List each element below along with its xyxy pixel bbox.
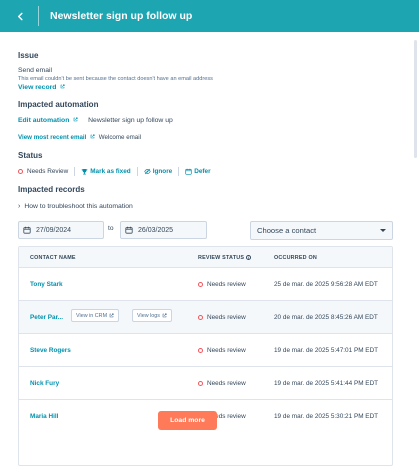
external-link-icon — [73, 117, 78, 122]
calendar-icon — [185, 168, 192, 175]
chevron-left-icon — [17, 12, 23, 20]
automation-name: Newsletter sign up follow up — [88, 117, 173, 124]
defer-label: Defer — [194, 168, 211, 175]
contact-name-link[interactable]: Maria Hill — [30, 413, 58, 420]
issue-description: This email couldn't be sent because the … — [18, 76, 213, 82]
occurred-on: 20 de mar. de 2025 8:45:26 AM EDT — [274, 314, 378, 321]
end-date-value: 26/03/2025 — [138, 226, 174, 234]
review-status: Needs review — [198, 347, 246, 354]
caret-down-icon — [380, 229, 386, 232]
contact-name-link[interactable]: Nick Fury — [30, 380, 59, 387]
review-status-label: Needs review — [207, 281, 246, 288]
ignore-label: Ignore — [152, 168, 173, 175]
external-link-icon — [109, 313, 114, 318]
review-status-label: Needs review — [207, 314, 246, 321]
divider — [178, 167, 180, 176]
review-status: Needs review — [198, 380, 246, 387]
load-more-button[interactable]: Load more — [158, 411, 217, 430]
view-email-row: View most recent email Welcome email — [18, 134, 141, 141]
issue-type: Send email — [18, 67, 53, 74]
mark-as-fixed-button[interactable]: Mark as fixed — [81, 168, 131, 175]
mark-as-fixed-label: Mark as fixed — [90, 168, 131, 175]
impacted-records-heading: Impacted records — [18, 185, 85, 194]
start-date-value: 27/09/2024 — [36, 226, 72, 234]
occurred-on: 25 de mar. de 2025 9:56:28 AM EDT — [274, 281, 378, 288]
view-recent-email-link[interactable]: View most recent email — [18, 134, 86, 141]
external-link-icon — [90, 134, 95, 139]
contact-name-link[interactable]: Steve Rogers — [30, 347, 71, 354]
review-status-label: Needs review — [207, 347, 246, 354]
table-row[interactable]: Tony Stark Needs review 25 de mar. de 20… — [19, 268, 392, 301]
scrollbar[interactable] — [414, 40, 417, 158]
view-record-label: View record — [18, 84, 57, 91]
status-dot-icon — [18, 169, 23, 174]
table-row[interactable]: Nick Fury Needs review 19 de mar. de 202… — [19, 367, 392, 400]
contact-select[interactable]: Choose a contact — [250, 221, 393, 240]
column-header-label: REVIEW STATUS — [198, 255, 245, 261]
divider — [74, 167, 76, 176]
info-icon[interactable]: i — [246, 255, 252, 260]
page-header: Newsletter sign up follow up — [0, 0, 419, 32]
table-row[interactable]: Peter Par... View in CRM View logs Needs… — [19, 301, 392, 334]
occurred-on: 19 de mar. de 2025 5:30:21 PM EDT — [274, 413, 379, 420]
trophy-icon — [81, 169, 88, 175]
contact-name-link[interactable]: Tony Stark — [30, 281, 63, 288]
chevron-right-icon: › — [18, 203, 21, 210]
edit-automation-link[interactable]: Edit automation — [18, 117, 69, 124]
calendar-icon — [125, 226, 133, 234]
impacted-automation-heading: Impacted automation — [18, 100, 99, 109]
review-status-label: Needs review — [207, 380, 246, 387]
table-row[interactable]: Steve Rogers Needs review 19 de mar. de … — [19, 334, 392, 367]
calendar-icon — [23, 226, 31, 234]
header-divider — [38, 6, 39, 26]
review-status: Needs review — [198, 314, 246, 321]
end-date-input[interactable]: 26/03/2025 — [120, 221, 207, 239]
review-status: Needs review — [198, 281, 246, 288]
troubleshoot-toggle[interactable]: › How to troubleshoot this automation — [18, 203, 133, 210]
column-header-review-status[interactable]: REVIEW STATUS i — [198, 255, 252, 261]
external-link-icon — [61, 84, 65, 89]
start-date-input[interactable]: 27/09/2024 — [18, 221, 104, 239]
records-table: CONTACT NAME REVIEW STATUS i OCCURRED ON … — [18, 246, 393, 466]
occurred-on: 19 de mar. de 2025 5:47:01 PM EDT — [274, 347, 379, 354]
status-dot-icon — [198, 347, 203, 353]
eye-slash-icon — [143, 168, 151, 175]
view-record-link[interactable]: View record — [18, 84, 65, 91]
column-header-contact[interactable]: CONTACT NAME — [30, 255, 76, 261]
divider — [136, 167, 138, 176]
email-name: Welcome email — [98, 134, 141, 141]
table-header: CONTACT NAME REVIEW STATUS i OCCURRED ON — [19, 247, 392, 268]
contact-name-link[interactable]: Peter Par... — [30, 314, 63, 321]
edit-automation-row: Edit automation Newsletter sign up follo… — [18, 117, 173, 124]
occurred-on: 19 de mar. de 2025 5:41:44 PM EDT — [274, 380, 379, 387]
ignore-button[interactable]: Ignore — [143, 168, 173, 175]
column-header-occurred-on[interactable]: OCCURRED ON — [274, 255, 317, 261]
page-title: Newsletter sign up follow up — [50, 10, 193, 22]
status-value: Needs Review — [27, 168, 69, 175]
view-in-crm-label: View in CRM — [76, 312, 108, 319]
troubleshoot-label: How to troubleshoot this automation — [24, 203, 133, 210]
view-logs-label: View logs — [137, 312, 160, 319]
issue-heading: Issue — [18, 51, 39, 60]
status-dot-icon — [198, 314, 203, 320]
status-dot-icon — [198, 281, 203, 287]
status-dot-icon — [198, 380, 203, 386]
status-row: Needs Review Mark as fixed Ignore Defer — [18, 167, 211, 176]
status-heading: Status — [18, 151, 43, 160]
back-button[interactable] — [10, 6, 30, 26]
external-link-icon — [162, 313, 167, 318]
view-logs-button[interactable]: View logs — [132, 309, 172, 322]
view-in-crm-button[interactable]: View in CRM — [71, 309, 120, 322]
date-range-to-label: to — [108, 225, 114, 232]
defer-button[interactable]: Defer — [185, 168, 211, 175]
contact-select-value: Choose a contact — [257, 226, 317, 235]
